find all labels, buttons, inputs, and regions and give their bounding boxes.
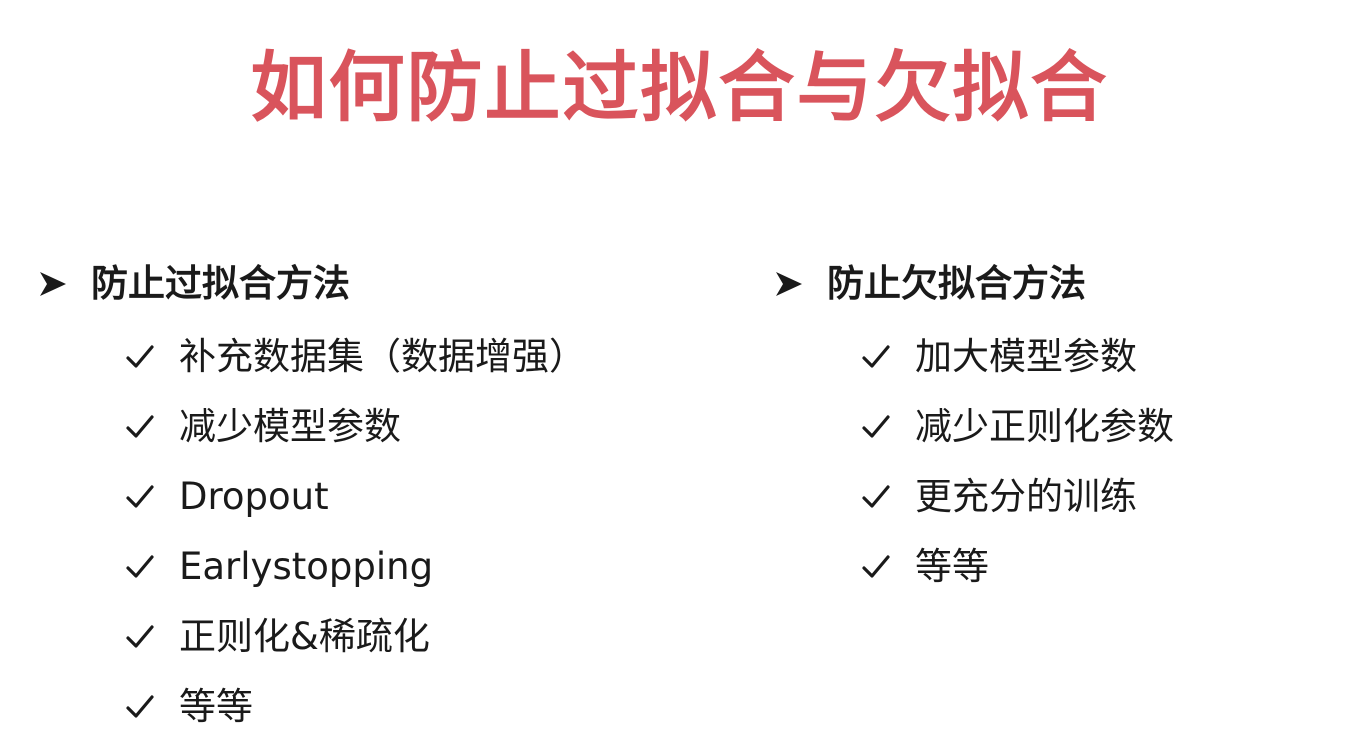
check-icon (862, 341, 890, 373)
list-item-text: 加大模型参数 (915, 335, 1137, 378)
list-item: 等等 (126, 672, 718, 742)
list-item: 补充数据集（数据增强） (126, 322, 718, 392)
slide-title: 如何防止过拟合与欠拟合 (250, 43, 1109, 132)
list-item: Earlystopping (126, 532, 718, 602)
underfitting-methods-list: 加大模型参数 减少正则化参数 更充分的训练 等等 (774, 322, 1334, 602)
check-icon (126, 691, 154, 723)
list-item-text: 更充分的训练 (915, 475, 1137, 518)
arrowhead-bullet-icon (774, 264, 810, 304)
check-icon (126, 341, 154, 373)
list-item-text: 减少模型参数 (179, 405, 401, 448)
list-item-text: 减少正则化参数 (915, 405, 1174, 448)
underfitting-section: 防止欠拟合方法 加大模型参数 减少正则化参数 更充分的训练 等等 (774, 252, 1334, 602)
underfitting-heading: 防止欠拟合方法 (774, 252, 1334, 316)
overfitting-heading-text: 防止过拟合方法 (91, 262, 350, 305)
list-item: Dropout (126, 462, 718, 532)
check-icon (126, 621, 154, 653)
overfitting-methods-list: 补充数据集（数据增强） 减少模型参数 Dropout Earlystopping (38, 322, 718, 742)
arrowhead-bullet-icon (38, 264, 74, 304)
underfitting-heading-text: 防止欠拟合方法 (827, 262, 1086, 305)
list-item: 等等 (862, 532, 1334, 602)
list-item: 加大模型参数 (862, 322, 1334, 392)
list-item: 减少正则化参数 (862, 392, 1334, 462)
list-item-text: 等等 (915, 545, 989, 588)
list-item: 更充分的训练 (862, 462, 1334, 532)
list-item: 正则化&稀疏化 (126, 602, 718, 672)
list-item-text: 正则化&稀疏化 (179, 615, 430, 658)
check-icon (862, 481, 890, 513)
overfitting-section: 防止过拟合方法 补充数据集（数据增强） 减少模型参数 Dropout Early… (38, 252, 718, 742)
list-item: 减少模型参数 (126, 392, 718, 462)
slide: 如何防止过拟合与欠拟合 防止过拟合方法 补充数据集（数据增强） 减少模型参数 D… (0, 0, 1359, 750)
check-icon (862, 551, 890, 583)
check-icon (126, 411, 154, 443)
list-item-text: Earlystopping (179, 545, 434, 588)
check-icon (126, 551, 154, 583)
list-item-text: 补充数据集（数据增强） (179, 335, 586, 378)
check-icon (862, 411, 890, 443)
overfitting-heading: 防止过拟合方法 (38, 252, 718, 316)
list-item-text: Dropout (179, 475, 329, 518)
check-icon (126, 481, 154, 513)
list-item-text: 等等 (179, 685, 253, 728)
